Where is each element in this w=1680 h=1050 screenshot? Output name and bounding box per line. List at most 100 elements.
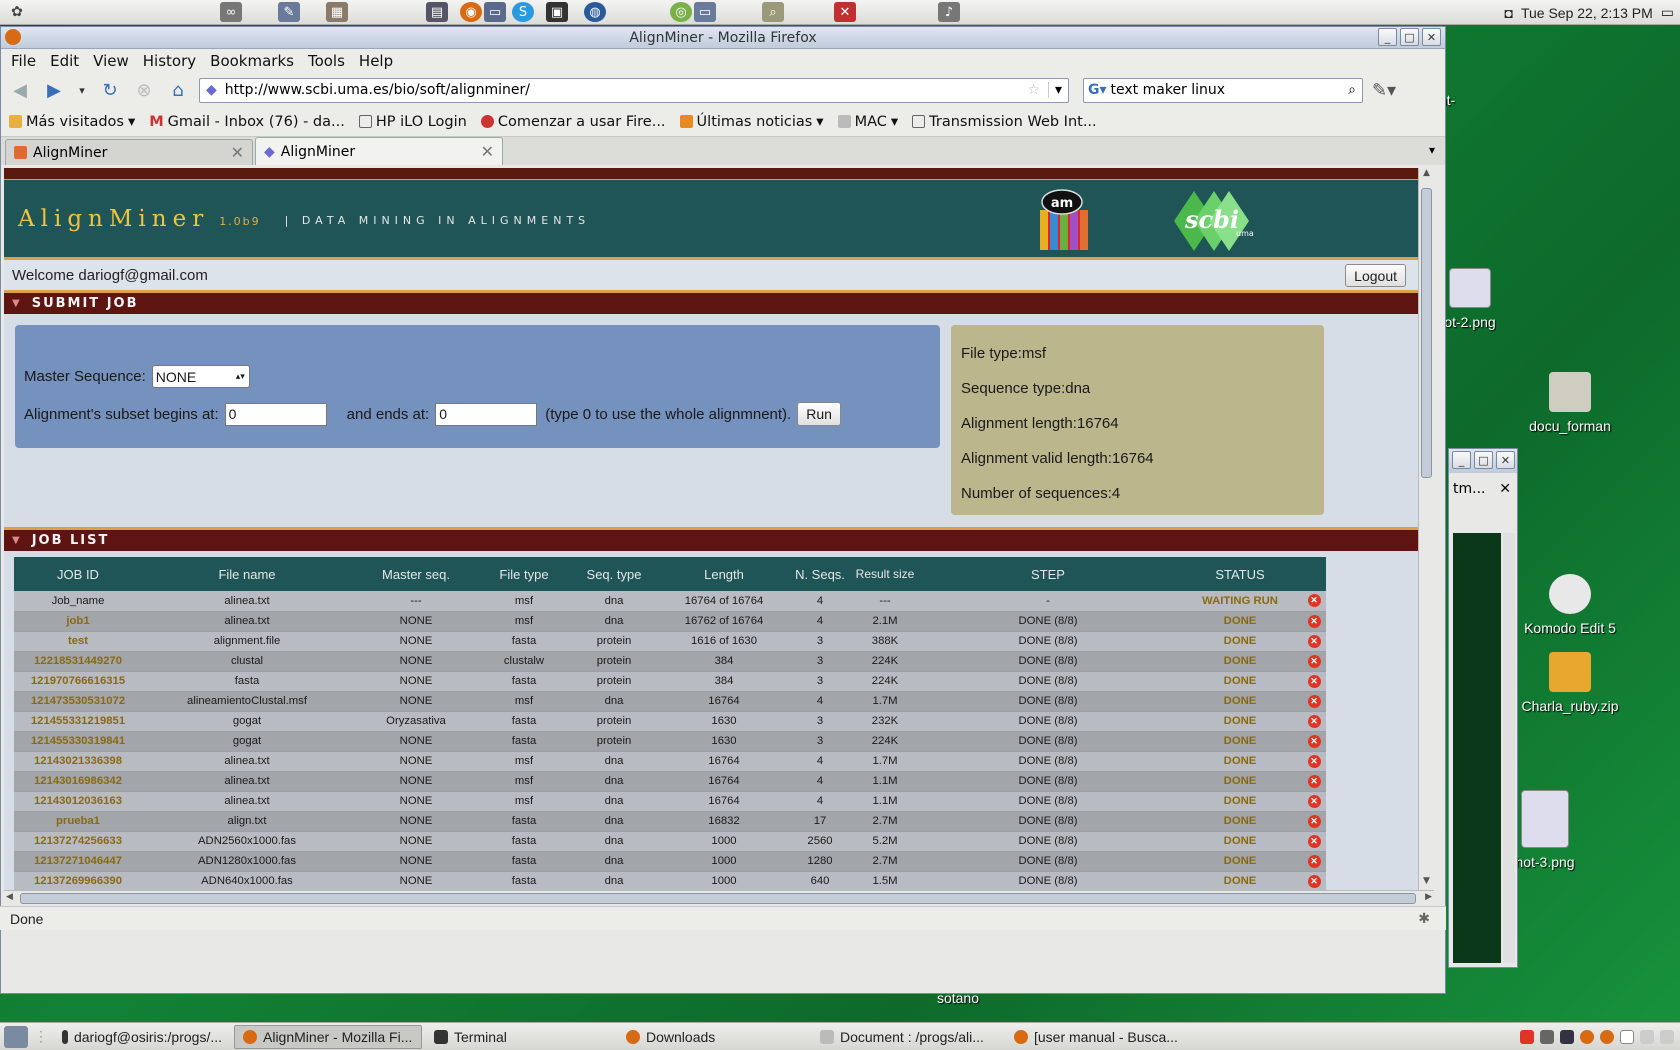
job-id-link[interactable]: 12143012036163 xyxy=(14,791,142,812)
close-button[interactable]: ✕ xyxy=(1496,451,1515,469)
volume-icon[interactable]: ♪ xyxy=(938,2,960,22)
delete-job-icon[interactable]: ✕ xyxy=(1307,874,1321,888)
job-row[interactable]: 121455330319841 gogat NONE fasta protein 1630… xyxy=(14,731,1326,752)
desktop-icon-komodo[interactable]: Komodo Edit 5 xyxy=(1520,574,1620,636)
close-icon[interactable]: ✕ xyxy=(1499,481,1511,497)
minimize-button[interactable]: _ xyxy=(1378,28,1397,46)
master-sequence-select[interactable]: NONE ▴▾ xyxy=(151,365,250,388)
workspace-icon[interactable] xyxy=(1620,1029,1634,1044)
bookmark-gmail[interactable]: M Gmail - Inbox (76) - da... xyxy=(149,114,345,130)
scroll-down-icon[interactable]: ▼ xyxy=(1419,876,1434,890)
logout-button[interactable]: Logout xyxy=(1345,264,1406,287)
job-id-link[interactable]: job1 xyxy=(14,611,142,632)
job-id-link[interactable]: 121455330319841 xyxy=(14,731,142,752)
desktop-icon-charla-zip[interactable]: Charla_ruby.zip xyxy=(1520,652,1620,714)
menu-edit[interactable]: Edit xyxy=(50,52,79,70)
calculator-icon[interactable]: ▤ xyxy=(426,2,448,22)
collapse-triangle-icon[interactable]: ▼ xyxy=(12,298,22,309)
workspace-firefox-icon[interactable] xyxy=(1580,1029,1594,1044)
tab-alignminer-2[interactable]: ◆ AlignMiner ✕ xyxy=(255,137,503,165)
scrollbar-thumb[interactable] xyxy=(1421,188,1432,478)
taskbar-item-document[interactable]: Document : /progs/ali... xyxy=(812,1025,1002,1049)
scroll-left-icon[interactable]: ◀ xyxy=(6,892,13,902)
delete-job-icon[interactable]: ✕ xyxy=(1307,754,1321,768)
archive-icon[interactable]: ▦ xyxy=(326,2,348,22)
delete-job-icon[interactable]: ✕ xyxy=(1307,834,1321,848)
job-id-link[interactable]: 121473530531072 xyxy=(14,691,142,712)
delete-job-icon[interactable]: ✕ xyxy=(1307,614,1321,628)
history-dropdown-icon[interactable]: ▾ xyxy=(75,77,89,103)
delete-job-icon[interactable]: ✕ xyxy=(1307,854,1321,868)
close-tab-icon[interactable]: ✕ xyxy=(231,143,244,162)
terminal-area[interactable] xyxy=(1453,533,1501,963)
scroll-up-icon[interactable]: ▲ xyxy=(1419,168,1434,182)
job-id-link[interactable]: test xyxy=(14,631,142,652)
vertical-scrollbar[interactable]: ▲ ▼ xyxy=(1418,168,1434,890)
scrollbar-thumb[interactable] xyxy=(20,893,1416,904)
app-icon[interactable]: ✕ xyxy=(834,2,856,22)
menu-help[interactable]: Help xyxy=(359,52,393,70)
job-id-link[interactable]: 12143016986342 xyxy=(14,771,142,792)
delete-job-icon[interactable]: ✕ xyxy=(1307,654,1321,668)
bookmark-latest-news[interactable]: Últimas noticias ▾ xyxy=(679,114,824,130)
clock[interactable]: Tue Sep 22, 2:13 PM xyxy=(1521,5,1653,21)
job-row[interactable]: Job_name alinea.txt --- msf dna 16764 of 1676… xyxy=(14,591,1326,612)
reload-button[interactable]: ↻ xyxy=(97,77,123,103)
job-row[interactable]: 12137274256633 ADN2560x1000.fas NONE fasta d… xyxy=(14,831,1326,852)
job-row[interactable]: 12143016986342 alinea.txt NONE msf dna 16764 4… xyxy=(14,771,1326,792)
chat-icon[interactable]: ◎ xyxy=(670,2,692,22)
job-row[interactable]: 12137271046447 ADN1280x1000.fas NONE fasta d… xyxy=(14,851,1326,872)
job-row[interactable]: job1 alinea.txt NONE msf dna 16762 of 16764 4 2… xyxy=(14,611,1326,632)
bookmark-hp-ilo[interactable]: HP iLO Login xyxy=(358,114,467,130)
delete-job-icon[interactable]: ✕ xyxy=(1307,694,1321,708)
delete-job-icon[interactable]: ✕ xyxy=(1307,594,1321,608)
job-row[interactable]: 12143012036163 alinea.txt NONE msf dna 16764 4… xyxy=(14,791,1326,812)
maximize-button[interactable]: □ xyxy=(1400,28,1419,46)
addon-icon[interactable]: ✎▾ xyxy=(1371,77,1397,103)
delete-job-icon[interactable]: ✕ xyxy=(1307,674,1321,688)
desktop-icon-docu-forman[interactable]: docu_forman xyxy=(1520,372,1620,434)
scrollbar[interactable] xyxy=(1503,533,1515,963)
background-window[interactable]: _ □ ✕ tm... ✕ xyxy=(1448,448,1518,968)
taskbar-item-firefox[interactable]: AlignMiner - Mozilla Fi... xyxy=(234,1024,422,1049)
home-button[interactable]: ⌂ xyxy=(165,77,191,103)
job-id-link[interactable]: 121455331219851 xyxy=(14,711,142,732)
monitor-icon[interactable] xyxy=(1560,1029,1574,1044)
text-editor-icon[interactable]: ✎ xyxy=(278,2,300,22)
scroll-right-icon[interactable]: ▶ xyxy=(1425,892,1432,902)
update-notifier-icon[interactable] xyxy=(1520,1029,1534,1044)
notes-icon[interactable] xyxy=(1660,1029,1674,1044)
submit-job-section-header[interactable]: ▼ SUBMIT JOB xyxy=(4,290,1434,314)
job-row[interactable]: test alignment.file NONE fasta protein 1616 o… xyxy=(14,631,1326,652)
job-row[interactable]: 121455331219851 gogat Oryzasativa fasta prot… xyxy=(14,711,1326,732)
job-id-link[interactable]: 12143021336398 xyxy=(14,751,142,772)
delete-job-icon[interactable]: ✕ xyxy=(1307,714,1321,728)
menu-file[interactable]: File xyxy=(11,52,36,70)
job-row[interactable]: prueba1 align.txt NONE fasta dna 16832 17 2.7M D… xyxy=(14,811,1326,832)
menu-view[interactable]: View xyxy=(93,52,129,70)
delete-job-icon[interactable]: ✕ xyxy=(1307,634,1321,648)
job-row[interactable]: 12137269966390 ADN640x1000.fas NONE fasta dn… xyxy=(14,871,1326,890)
screenshot-icon[interactable]: ◘ xyxy=(1505,5,1513,21)
taskbar-item-terminal[interactable]: Terminal xyxy=(426,1025,614,1049)
tab-alignminer-1[interactable]: AlignMiner ✕ xyxy=(5,139,253,165)
search-icon[interactable]: ⌕ xyxy=(1348,82,1356,98)
job-id-link[interactable]: 12218531449270 xyxy=(14,651,142,672)
url-bar[interactable]: ◆ http://www.scbi.uma.es/bio/soft/alignm… xyxy=(199,77,1069,103)
network-icon[interactable] xyxy=(1540,1029,1554,1044)
minimize-button[interactable]: _ xyxy=(1452,451,1471,469)
job-row[interactable]: 121473530531072 alineamientoClustal.msf NO… xyxy=(14,691,1326,712)
remote-desktop-icon[interactable]: ▭ xyxy=(694,2,716,22)
taskbar-item-user-manual[interactable]: [user manual - Busca... xyxy=(1006,1025,1196,1049)
horizontal-scrollbar[interactable]: ◀ ▶ xyxy=(4,890,1434,906)
workspace-firefox-icon[interactable] xyxy=(1600,1029,1614,1044)
job-id-link[interactable]: 12137274256633 xyxy=(14,831,142,852)
search-bar[interactable]: G▾ text maker linux ⌕ xyxy=(1083,77,1363,103)
computer-icon[interactable]: ▭ xyxy=(484,2,506,22)
bookmark-transmission[interactable]: Transmission Web Int... xyxy=(912,114,1097,130)
google-icon[interactable]: G▾ xyxy=(1084,82,1111,98)
background-window-tab[interactable]: tm... ✕ xyxy=(1449,473,1517,505)
back-button[interactable]: ◀ xyxy=(7,77,33,103)
bookmark-mac[interactable]: MAC ▾ xyxy=(837,114,898,130)
menu-bookmarks[interactable]: Bookmarks xyxy=(210,52,294,70)
